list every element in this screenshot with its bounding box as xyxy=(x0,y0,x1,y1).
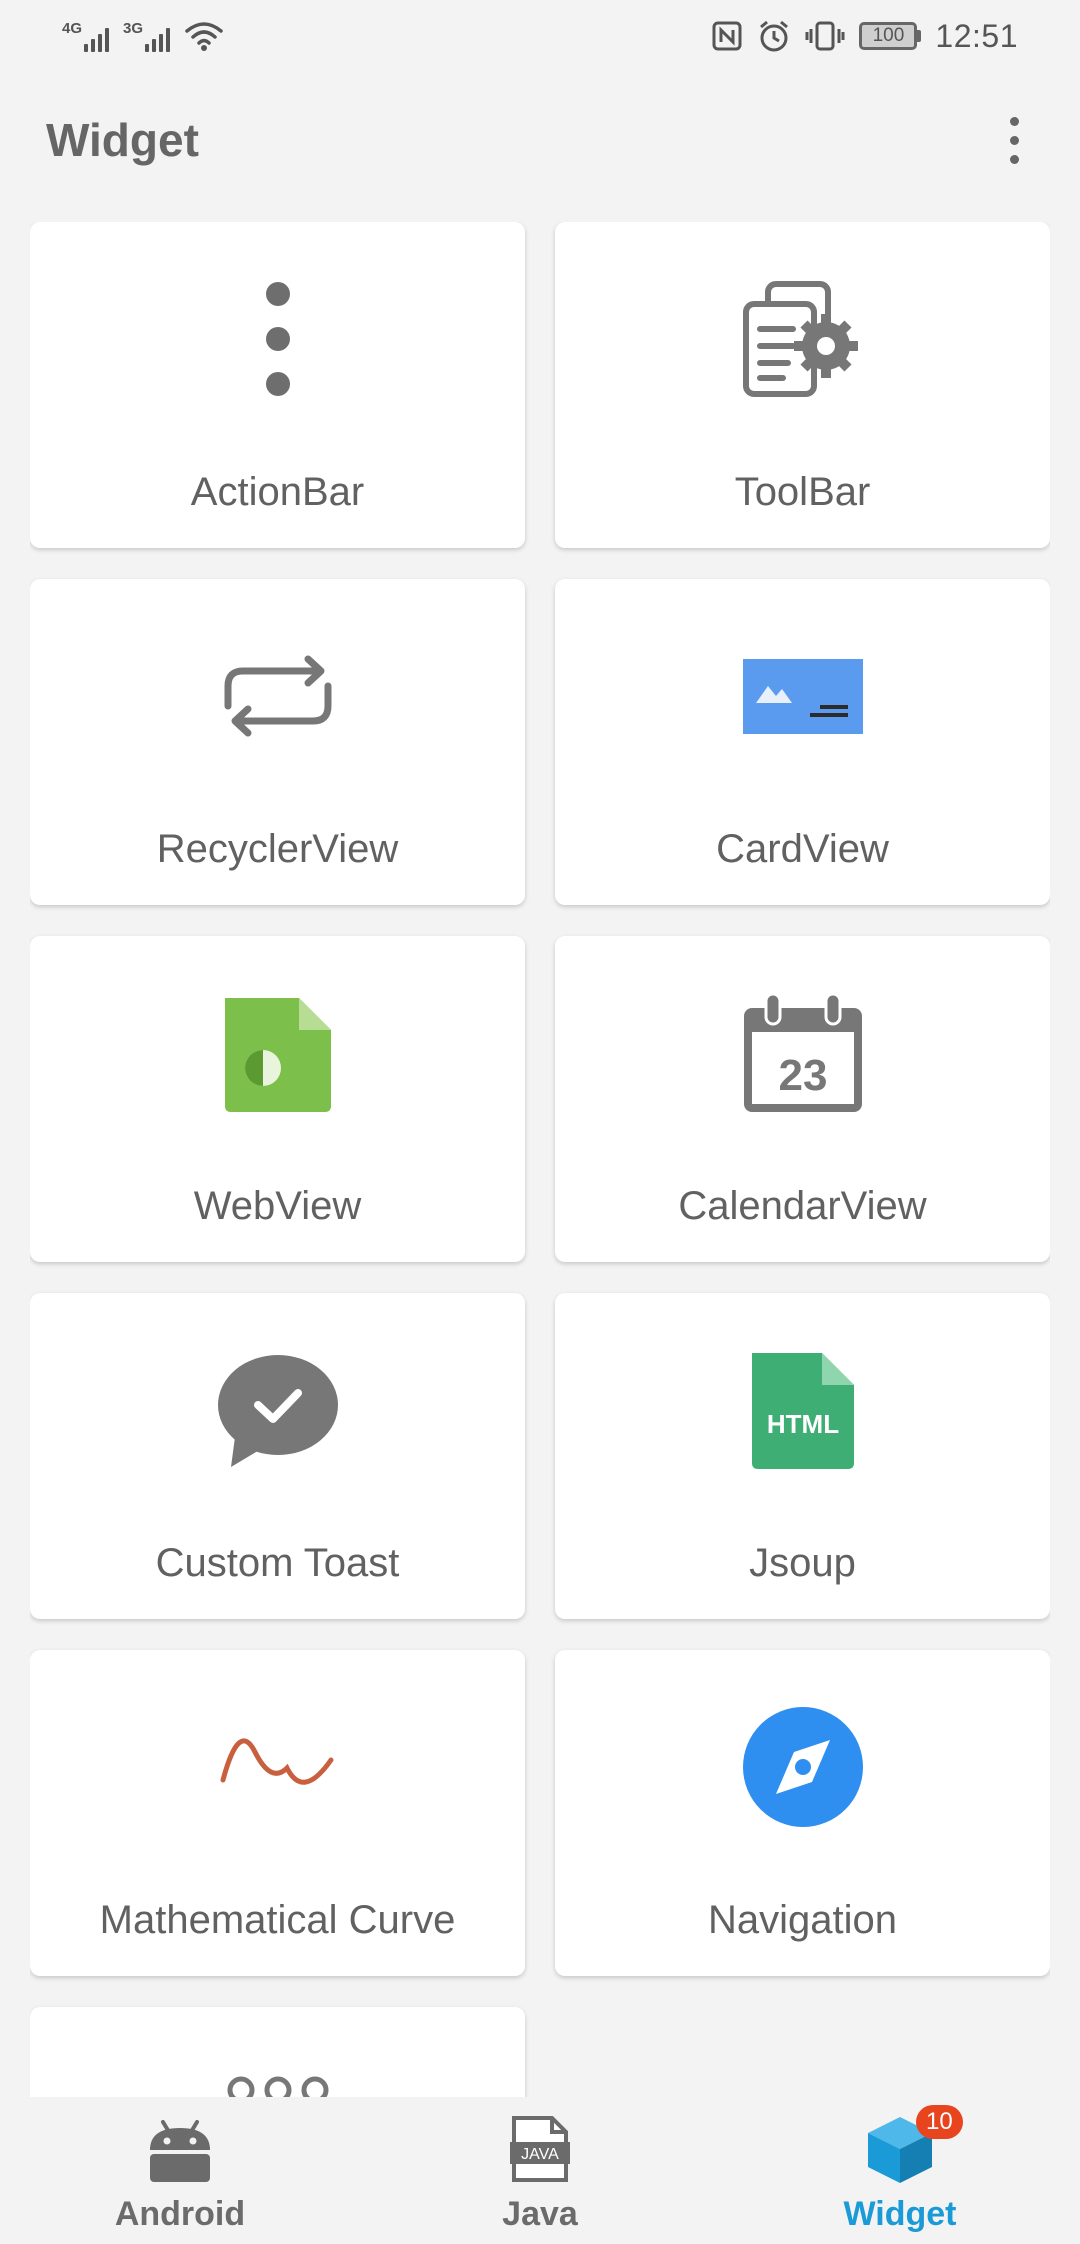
card-toolbar[interactable]: ToolBar xyxy=(555,222,1050,548)
image-card-icon xyxy=(742,659,863,734)
app-bar: Widget xyxy=(0,90,1080,190)
battery-icon: 100 xyxy=(859,22,922,50)
card-more[interactable] xyxy=(30,2007,525,2097)
battery-level: 100 xyxy=(859,22,918,50)
signal-3g: 3G xyxy=(123,19,171,52)
chat-check-icon xyxy=(217,1355,338,1467)
sine-wave-icon xyxy=(220,1738,333,1785)
java-file-icon: JAVA xyxy=(510,2116,570,2182)
repeat-icon xyxy=(224,655,331,737)
nav-widget[interactable]: 10 Widget xyxy=(720,2097,1080,2244)
html-text: HTML xyxy=(766,1409,838,1439)
card-jsoup[interactable]: HTML Jsoup xyxy=(555,1293,1050,1619)
nav-android[interactable]: Android xyxy=(0,2097,360,2244)
document-settings-icon xyxy=(742,281,858,397)
card-custom-toast[interactable]: Custom Toast xyxy=(30,1293,525,1619)
widget-grid: ActionBar ToolBar RecyclerView CardView … xyxy=(30,222,1050,2097)
android-icon xyxy=(150,2120,210,2182)
card-label: RecyclerView xyxy=(156,827,399,871)
vibrate-icon xyxy=(805,21,845,51)
card-label: Navigation xyxy=(707,1898,897,1942)
card-actionbar[interactable]: ActionBar xyxy=(30,222,525,548)
card-label: Jsoup xyxy=(749,1541,856,1585)
card-recyclerview[interactable]: RecyclerView xyxy=(30,579,525,905)
html-file-icon: HTML xyxy=(751,1353,854,1469)
clock: 12:51 xyxy=(935,17,1018,54)
card-label: ActionBar xyxy=(190,470,365,514)
signal-bars-icon xyxy=(84,26,110,52)
card-navigation[interactable]: Navigation xyxy=(555,1650,1050,1976)
nav-label: Java xyxy=(502,2195,578,2233)
network-type-label: 4G xyxy=(62,19,83,37)
signal-bars-icon xyxy=(145,26,171,52)
overflow-menu-button[interactable] xyxy=(984,110,1044,170)
calendar-day-text: 23 xyxy=(778,1051,827,1100)
java-text: JAVA xyxy=(521,2146,559,2163)
compass-icon xyxy=(742,1707,863,1827)
nav-java[interactable]: JAVA Java xyxy=(360,2097,720,2244)
page-title: Widget xyxy=(46,114,199,166)
card-label: CalendarView xyxy=(678,1184,927,1228)
card-webview[interactable]: WebView xyxy=(30,936,525,1262)
card-label: CardView xyxy=(716,827,889,871)
calendar-icon: 23 xyxy=(743,992,862,1112)
card-label: Mathematical Curve xyxy=(99,1898,456,1942)
network-type-label: 3G xyxy=(123,19,144,37)
nfc-icon xyxy=(712,21,742,51)
nav-label: Widget xyxy=(843,2195,957,2233)
card-label: Custom Toast xyxy=(155,1541,400,1585)
more-vertical-icon xyxy=(265,282,290,396)
card-label: ToolBar xyxy=(734,470,871,514)
status-left: 4G 3G xyxy=(62,20,224,52)
card-calendarview[interactable]: 23 CalendarView xyxy=(555,936,1050,1262)
wifi-icon xyxy=(185,22,223,51)
card-label: WebView xyxy=(193,1184,362,1228)
alarm-icon xyxy=(760,20,789,52)
status-right: 100 12:51 xyxy=(711,18,1018,55)
signal-4g: 4G xyxy=(62,19,110,52)
green-document-icon xyxy=(224,998,331,1112)
notification-badge: 10 xyxy=(916,2105,963,2139)
card-cardview[interactable]: CardView xyxy=(555,579,1050,905)
bottom-navigation: Android JAVA Java 10 Widget xyxy=(0,2097,1080,2244)
three-circles-icon xyxy=(227,2076,328,2097)
card-mathematical-curve[interactable]: Mathematical Curve xyxy=(30,1650,525,1976)
nav-label: Android xyxy=(114,2195,246,2233)
status-bar: 4G 3G 100 12:51 xyxy=(0,0,1080,72)
